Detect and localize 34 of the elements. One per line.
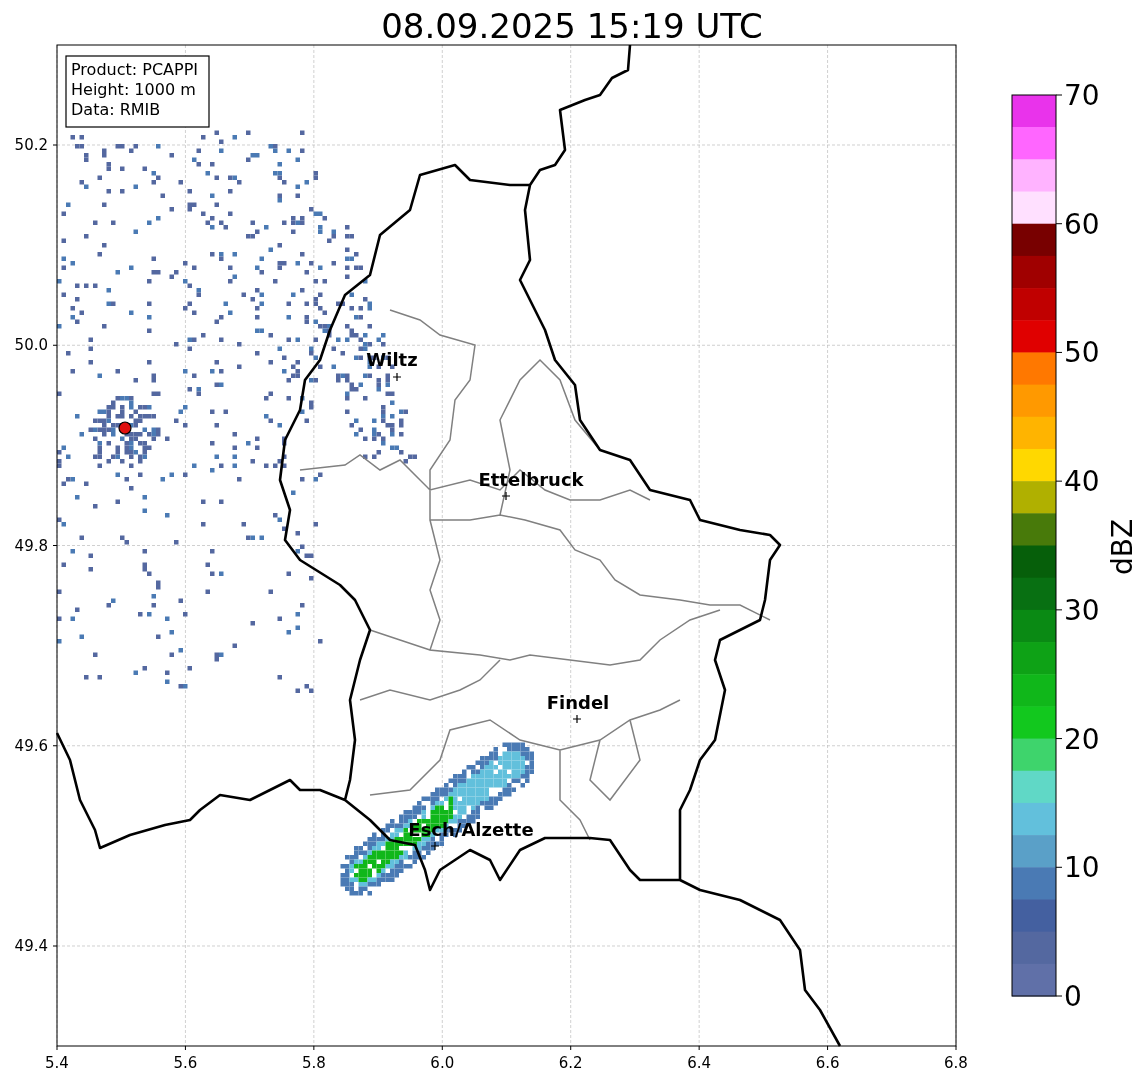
colorbar-tick-label: 70 xyxy=(1064,79,1100,112)
info-text: Product: PCAPPI xyxy=(71,60,198,79)
x-tick-label: 6.2 xyxy=(558,1054,583,1072)
city-marker-icon xyxy=(501,491,511,501)
y-tick-label: 49.6 xyxy=(14,736,48,755)
x-tick-label: 6.4 xyxy=(687,1054,712,1072)
colorbar-tick-label: 30 xyxy=(1064,593,1100,627)
city-label: Ettelbruck xyxy=(478,469,584,490)
city-label: Findel xyxy=(546,692,610,713)
x-tick-label: 6.6 xyxy=(815,1054,840,1072)
info-text: Height: 1000 m xyxy=(71,80,196,99)
colorbar-tick-label: 60 xyxy=(1064,207,1100,241)
x-tick-label: 5.6 xyxy=(173,1054,198,1072)
colorbar-tick-label: 40 xyxy=(1064,465,1100,499)
x-tick-label: 5.4 xyxy=(45,1054,69,1072)
radar-site-marker xyxy=(118,421,132,435)
y-tick-label: 50.2 xyxy=(14,136,48,154)
city-marker-icon xyxy=(572,714,582,724)
colorbar-tick-label: 50 xyxy=(1064,336,1100,370)
x-tick-label: 5.8 xyxy=(301,1054,326,1072)
y-tick-label: 50.0 xyxy=(14,336,48,355)
info-text: Data: RMIB xyxy=(71,100,161,119)
city-label: Wiltz xyxy=(366,349,418,370)
colorbar-label: dBZ xyxy=(1106,518,1139,576)
colorbar-tick-label: 10 xyxy=(1064,851,1100,885)
colorbar-tick-label: 20 xyxy=(1064,722,1100,756)
y-tick-label: 49.8 xyxy=(14,536,48,555)
city-marker-icon xyxy=(430,841,440,851)
chart-title: 08.09.2025 15:19 UTC xyxy=(381,6,763,46)
x-tick-label: 6.0 xyxy=(430,1054,455,1072)
city-marker-icon xyxy=(392,372,402,382)
x-tick-label: 6.8 xyxy=(944,1054,968,1072)
colorbar-tick-label: 0 xyxy=(1064,980,1082,1013)
y-tick-label: 49.4 xyxy=(14,937,48,955)
